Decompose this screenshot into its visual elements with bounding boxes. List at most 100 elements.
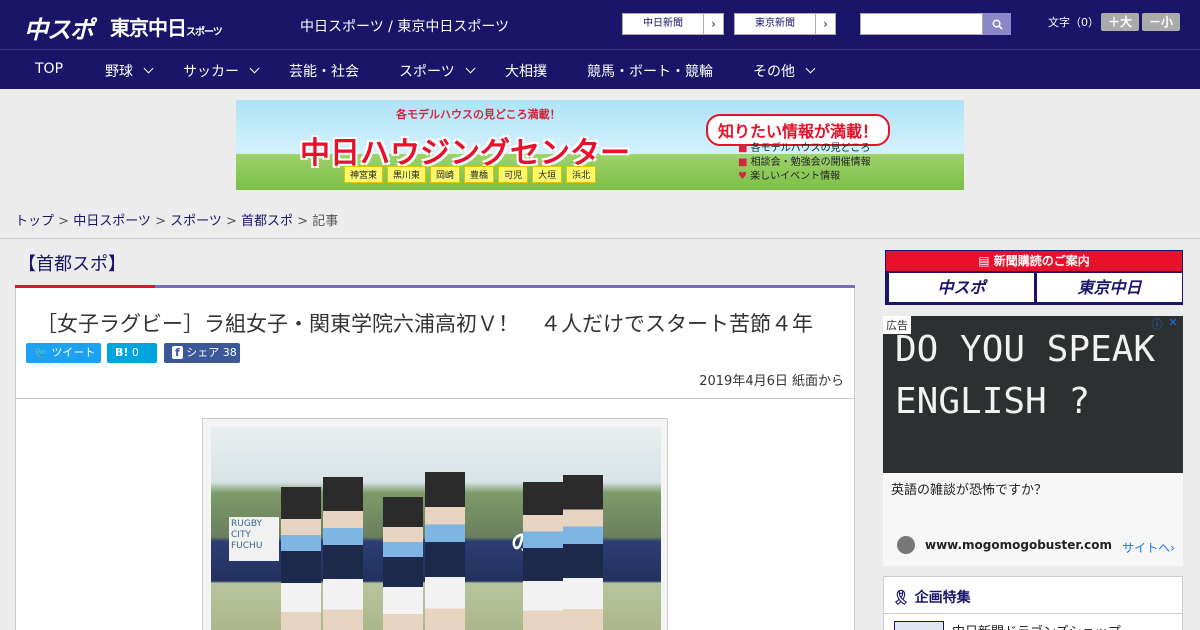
breadcrumb-shuto-spo[interactable]: 首都スポ xyxy=(241,214,293,229)
nav-top[interactable]: TOP xyxy=(35,61,63,77)
nav-sports[interactable]: スポーツ xyxy=(399,61,476,81)
banner-feature: ♥ 楽しいイベント情報 xyxy=(738,170,871,184)
ad-info-icon[interactable]: ⓘ xyxy=(1149,316,1165,331)
ad-image-text: DO YOU SPEAK ENGLISH ? xyxy=(895,324,1155,428)
dragons-shop-link[interactable]: 中日新聞ドラゴンズショップ xyxy=(952,621,1121,630)
breadcrumb-sep: > xyxy=(293,214,313,229)
section-label: 【首都スポ】 xyxy=(18,254,126,275)
banner-city: 可児 xyxy=(498,166,529,183)
article-title: ［女子ラグビー］ラ組女子・関東学院六浦高初Ｖ！ ４人だけでスタート苦節４年 xyxy=(36,312,813,336)
tweet-button[interactable]: 🐦 ツイート xyxy=(26,343,101,363)
hatena-button[interactable]: B! 0 xyxy=(107,343,157,363)
banner-features: ■ 各モデルハウスの見どころ ■ 相談会・勉強会の開催情報 ♥ 楽しいイベント情… xyxy=(738,142,871,184)
breadcrumb-sep: > xyxy=(221,214,242,229)
special-features-label: 企画特集 xyxy=(914,590,971,606)
nav-label: 競馬・ボート・競輪 xyxy=(587,64,713,80)
breadcrumb-current: 記事 xyxy=(312,214,339,229)
house-icon: ■ xyxy=(738,143,748,154)
photo-player xyxy=(563,475,603,630)
nav-label: スポーツ xyxy=(399,64,455,80)
sidebar-ad[interactable]: DO YOU SPEAK ENGLISH ? 広告 ⓘ ✕ 英語の雑談が恐怖ですか… xyxy=(883,316,1183,566)
breadcrumb-top[interactable]: トップ xyxy=(15,214,54,229)
banner-subtitle: 各モデルハウスの見どころ満載！ xyxy=(396,108,561,121)
chevron-down-icon xyxy=(465,63,476,74)
breadcrumb: トップ > 中日スポーツ > スポーツ > 首都スポ > 記事 xyxy=(15,210,338,229)
article-date: 2019年4月6日 紙面から xyxy=(699,374,844,389)
nav-racing[interactable]: 競馬・ボート・競輪 xyxy=(587,61,713,81)
housing-center-banner-ad[interactable]: 各モデルハウスの見どころ満載！ 中日ハウジングセンター 神宮東 黒川東 岡崎 豊… xyxy=(236,100,964,190)
banner-cities: 神宮東 黒川東 岡崎 豊橋 可児 大垣 浜北 xyxy=(344,166,597,183)
ad-image-line: ENGLISH ? xyxy=(895,381,1091,422)
banner-city: 大垣 xyxy=(532,166,563,183)
newspaper-icon: ▤ xyxy=(978,254,990,268)
banner-city: 岡崎 xyxy=(430,166,461,183)
ad-image-line: DO YOU SPEAK xyxy=(895,329,1156,370)
banner-city: 浜北 xyxy=(566,166,597,183)
search-button[interactable] xyxy=(983,13,1011,35)
subscribe-tokyo-button[interactable]: 東京中日 xyxy=(1037,273,1182,302)
nav-label: 大相撲 xyxy=(505,64,547,80)
ad-url[interactable]: www.mogomogobuster.com xyxy=(925,538,1112,552)
ad-image[interactable]: DO YOU SPEAK ENGLISH ? 広告 ⓘ ✕ xyxy=(883,316,1183,473)
nav-soccer[interactable]: サッカー xyxy=(183,61,260,81)
tweet-label: ツイート xyxy=(51,346,96,359)
banner-city: 黒川東 xyxy=(387,166,427,183)
hatena-count: 0 xyxy=(131,346,139,359)
banner-feature: ■ 各モデルハウスの見どころ xyxy=(738,142,871,156)
ad-site-link[interactable]: サイトへ› xyxy=(1122,539,1175,556)
chuspo-logo[interactable]: 中スポ xyxy=(24,10,94,45)
ad-label: 広告 xyxy=(883,316,911,334)
photo-sign: RUGBY CITY FUCHU xyxy=(229,517,279,561)
ad-question[interactable]: 英語の雑談が恐怖ですか？ xyxy=(891,479,1047,498)
banner-feature-text: 相談会・勉強会の開催情報 xyxy=(750,157,871,168)
globe-icon xyxy=(897,536,915,554)
facebook-share-button[interactable]: f シェア 38 xyxy=(164,343,240,363)
photo-player xyxy=(383,497,423,630)
nav-other[interactable]: その他 xyxy=(753,61,816,81)
tokyo-shinbun-link[interactable]: 東京新聞 › xyxy=(734,13,836,35)
banner-city: 豊橋 xyxy=(464,166,495,183)
search-icon xyxy=(992,19,1003,30)
nav-label: サッカー xyxy=(183,64,239,80)
font-size-label: 文字（0） xyxy=(1048,16,1099,29)
article-photo[interactable]: RUGBY CITY FUCHU のタ xyxy=(211,427,661,630)
np-label: 中日新聞 xyxy=(643,18,683,29)
np-label: 東京新聞 xyxy=(755,18,795,29)
ribbon-icon: 🎗 xyxy=(892,590,910,606)
divider xyxy=(16,398,854,399)
banner-feature-text: 各モデルハウスの見どころ xyxy=(750,143,871,154)
photo-player xyxy=(281,487,321,630)
article: ［女子ラグビー］ラ組女子・関東学院六浦高初Ｖ！ ４人だけでスタート苦節４年 🐦 … xyxy=(15,288,855,630)
ad-close-icon[interactable]: ✕ xyxy=(1165,316,1181,330)
tokyo-logo-small: スポーツ xyxy=(186,27,223,38)
breadcrumb-chunichi-sports[interactable]: 中日スポーツ xyxy=(73,214,151,229)
photo-player xyxy=(323,477,363,630)
search-input[interactable] xyxy=(860,13,983,35)
banner-feature: ■ 相談会・勉強会の開催情報 xyxy=(738,156,871,170)
chevron-right-icon: › xyxy=(1170,541,1175,555)
subscription-header-label: 新聞購読のご案内 xyxy=(993,254,1090,268)
article-photo-frame: RUGBY CITY FUCHU のタ xyxy=(202,418,668,630)
banner-feature-text: 楽しいイベント情報 xyxy=(750,171,841,182)
tokyo-chunichi-logo[interactable]: 東京中日スポーツ xyxy=(110,12,223,41)
dragons-shop-thumbnail[interactable] xyxy=(894,621,944,630)
chevron-right-icon: › xyxy=(703,14,723,34)
font-smaller-button[interactable]: －小 xyxy=(1142,13,1180,31)
font-bigger-button[interactable]: ＋大 xyxy=(1101,13,1139,31)
subscribe-chuspo-button[interactable]: 中スポ xyxy=(889,273,1034,302)
twitter-icon: 🐦 xyxy=(34,346,48,359)
facebook-label: シェア xyxy=(186,346,220,359)
special-features-box: 🎗 企画特集 中日新聞ドラゴンズショップ xyxy=(883,576,1183,630)
book-icon: ■ xyxy=(738,157,748,168)
nav-baseball[interactable]: 野球 xyxy=(105,61,154,81)
site-tagline: 中日スポーツ / 東京中日スポーツ xyxy=(300,19,510,35)
chunichi-shinbun-link[interactable]: 中日新聞 › xyxy=(622,13,724,35)
chevron-down-icon xyxy=(805,63,816,74)
nav-sumo[interactable]: 大相撲 xyxy=(505,61,547,81)
nav-entertainment[interactable]: 芸能・社会 xyxy=(289,61,359,81)
tokyo-logo-text: 東京中日 xyxy=(110,16,187,40)
chevron-down-icon xyxy=(249,63,260,74)
divider xyxy=(0,238,1200,239)
nav-label: TOP xyxy=(35,61,64,77)
breadcrumb-sports[interactable]: スポーツ xyxy=(170,214,222,229)
